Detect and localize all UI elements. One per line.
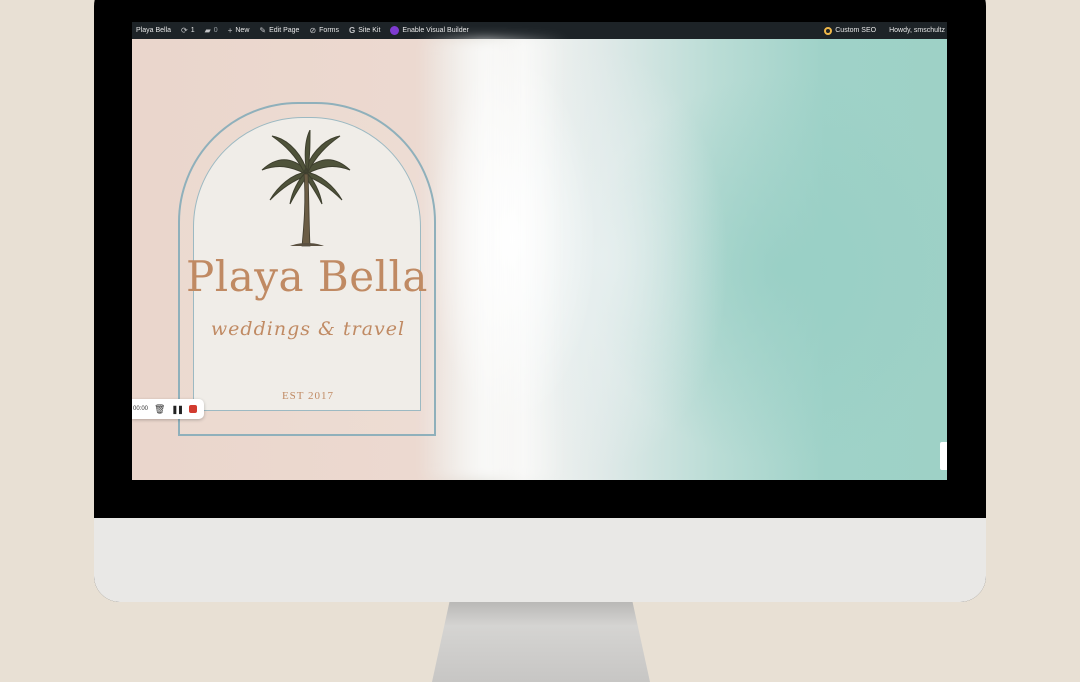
admin-bar-visual-builder[interactable]: Enable Visual Builder xyxy=(385,26,473,35)
updates-count: 1 xyxy=(190,27,195,34)
trash-icon[interactable]: 🗑 xyxy=(154,404,165,415)
site-name-label: Playa Bella xyxy=(136,27,172,34)
monitor-chin xyxy=(94,518,986,602)
screen-recorder-widget: 00:00 🗑 ❚❚ xyxy=(132,399,204,419)
admin-bar-forms[interactable]: ⊘ Forms xyxy=(304,26,344,35)
comment-icon: ▰ xyxy=(204,26,211,35)
google-g-icon: G xyxy=(349,26,356,35)
brand-title: Playa Bella xyxy=(186,252,428,301)
palm-tree-icon xyxy=(261,130,351,247)
pause-icon[interactable]: ❚❚ xyxy=(171,405,183,414)
admin-bar-edit-page[interactable]: ✎ Edit Page xyxy=(254,26,304,35)
forms-label: Forms xyxy=(319,27,339,34)
brand-tagline: weddings & travel xyxy=(210,318,406,340)
new-label: New xyxy=(235,27,250,34)
custom-seo-label: Custom SEO xyxy=(835,27,877,34)
stop-record-icon[interactable] xyxy=(188,405,197,413)
refresh-icon: ⟳ xyxy=(181,26,188,35)
edit-page-label: Edit Page xyxy=(269,27,300,34)
side-edge-tab[interactable] xyxy=(940,442,947,470)
browser-screen: Playa Bella ⟳ 1 ▰ 0 + New ✎ Edit Page ⊘ … xyxy=(132,22,947,480)
howdy-label: Howdy, smschultz xyxy=(889,27,945,34)
admin-bar-custom-seo[interactable]: Custom SEO xyxy=(819,26,881,35)
divi-icon xyxy=(390,26,400,35)
brand-established: EST 2017 xyxy=(281,390,335,402)
wp-admin-bar: Playa Bella ⟳ 1 ▰ 0 + New ✎ Edit Page ⊘ … xyxy=(132,22,947,39)
pencil-icon: ✎ xyxy=(259,26,267,35)
monitor-stand xyxy=(432,602,650,682)
admin-bar-new[interactable]: + New xyxy=(223,26,255,35)
forms-icon: ⊘ xyxy=(309,26,317,35)
admin-bar-comments[interactable]: ▰ 0 xyxy=(200,26,223,35)
plus-icon: + xyxy=(227,26,233,35)
admin-bar-updates[interactable]: ⟳ 1 xyxy=(176,26,200,35)
seo-icon xyxy=(824,26,833,35)
site-kit-label: Site Kit xyxy=(358,27,381,34)
visual-builder-label: Enable Visual Builder xyxy=(402,27,469,34)
recorder-timer: 00:00 xyxy=(133,406,149,412)
admin-bar-site-kit[interactable]: G Site Kit xyxy=(344,26,385,35)
wave-foam xyxy=(417,39,567,480)
comments-count: 0 xyxy=(213,27,218,34)
admin-bar-account[interactable]: Howdy, smschultz xyxy=(881,27,947,34)
admin-bar-site-name[interactable]: Playa Bella xyxy=(132,27,176,34)
